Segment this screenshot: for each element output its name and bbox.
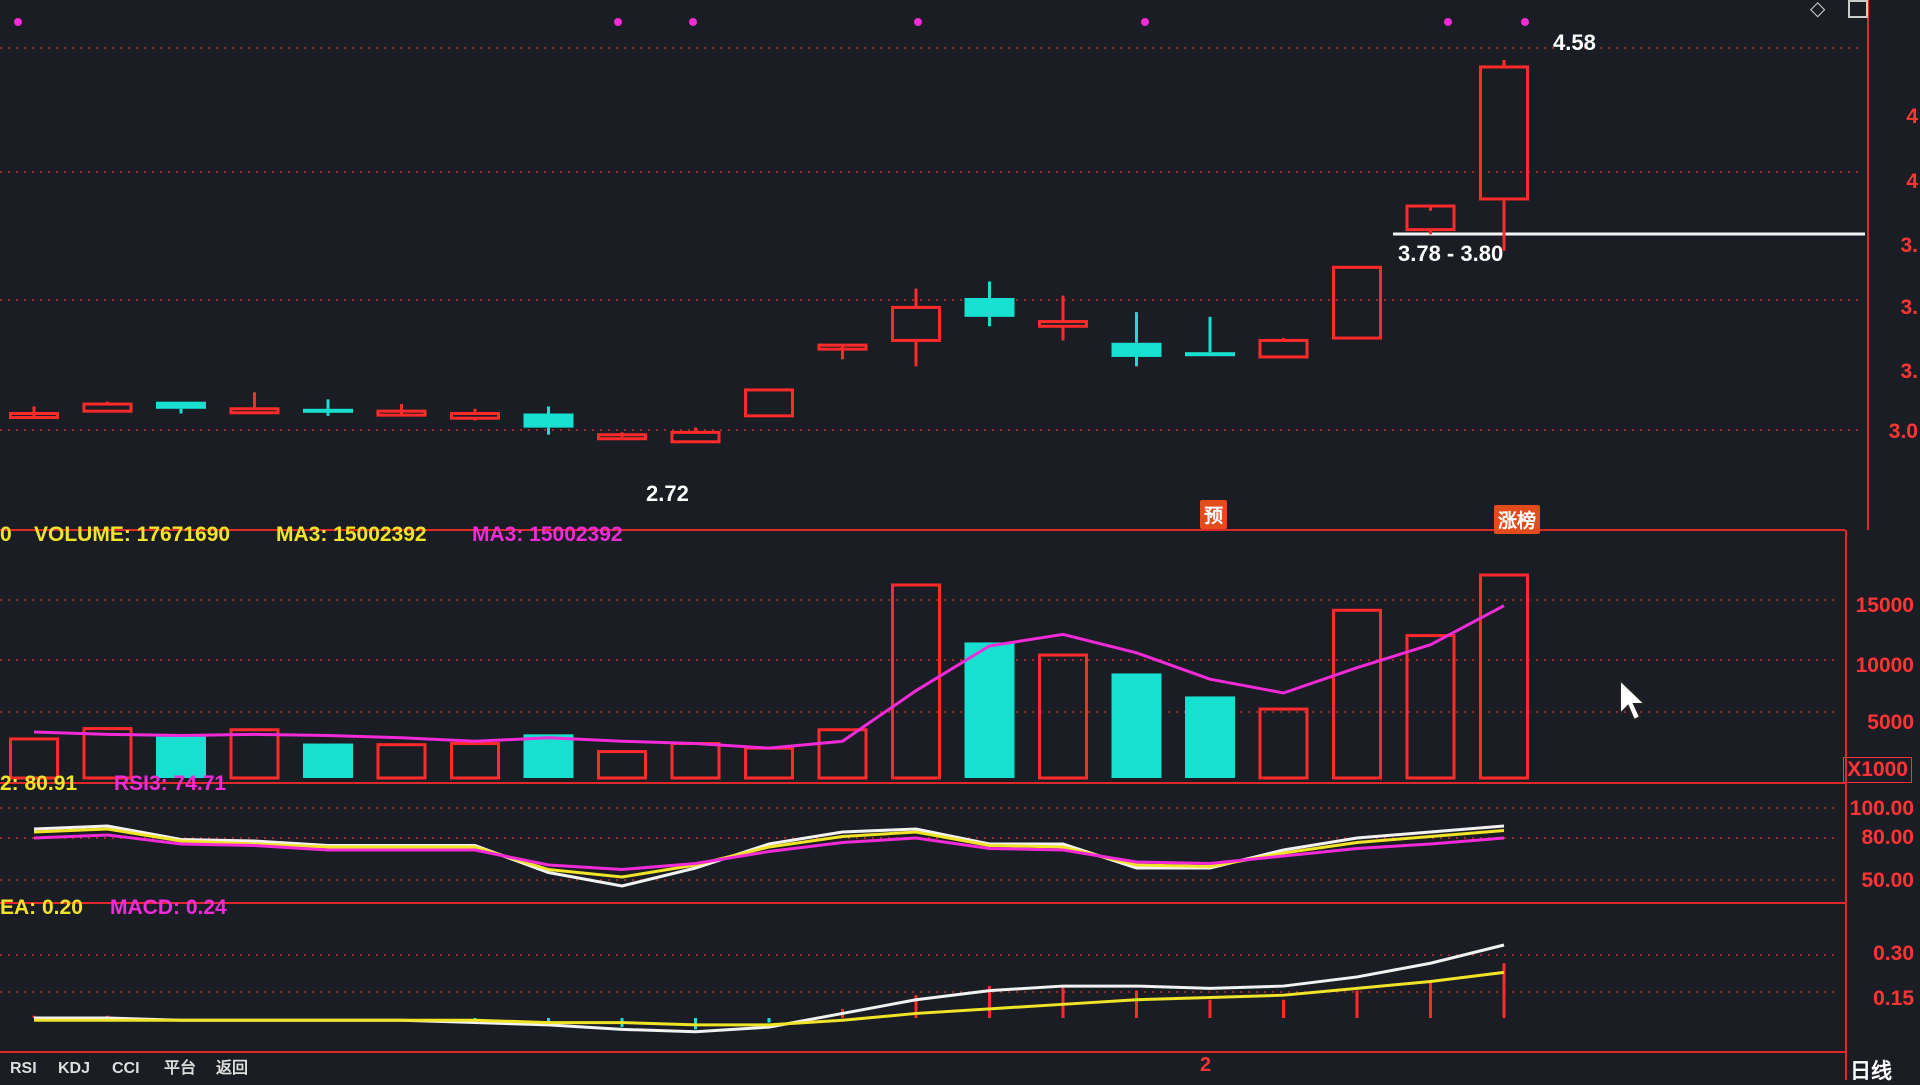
event-dot xyxy=(1141,18,1149,26)
volume-bar xyxy=(597,750,647,780)
rsi2-label: 2: 80.91 xyxy=(0,772,78,795)
volume-tick: 10000 xyxy=(1855,654,1914,677)
macd-tick: 0.15 xyxy=(1873,987,1914,1010)
macd-tick: 0.30 xyxy=(1873,942,1914,965)
volume-bar xyxy=(229,728,280,780)
tab-cci[interactable]: CCI xyxy=(112,1060,140,1078)
tab-rsi[interactable]: RSI xyxy=(10,1060,37,1078)
candle-body xyxy=(1479,65,1529,201)
candle-body xyxy=(891,305,941,342)
period-label[interactable]: 日线 xyxy=(1850,1055,1892,1085)
candle-body xyxy=(1185,352,1235,357)
candle-body xyxy=(156,401,206,409)
candle-body xyxy=(1038,320,1088,328)
pre-tag[interactable]: 预 xyxy=(1200,500,1228,529)
price-range-label: 3.78 - 3.80 xyxy=(1398,241,1504,266)
volume-bar xyxy=(1185,696,1235,778)
low-price-label: 2.72 xyxy=(646,481,689,506)
volume-ma3-line xyxy=(33,604,1505,750)
volume-bar xyxy=(523,734,574,778)
volume-bar xyxy=(1405,634,1456,780)
limit-list-tag[interactable]: 涨榜 xyxy=(1494,505,1541,534)
high-price-label: 4.58 xyxy=(1553,30,1596,55)
candle-body xyxy=(744,388,794,418)
volume-bar xyxy=(1258,707,1309,780)
volume-ma3-magenta-label: MA3: 15002392 xyxy=(472,523,623,546)
dea-label: EA: 0.20 xyxy=(0,896,83,919)
candle-body xyxy=(964,297,1015,317)
price-tick: 3. xyxy=(1900,234,1918,257)
bottom-marker: 2 xyxy=(1200,1054,1212,1076)
candle-body xyxy=(450,411,500,420)
volume-bar xyxy=(1111,673,1162,778)
event-dot xyxy=(1444,18,1452,26)
volume-bar xyxy=(1038,653,1088,780)
volume-bar xyxy=(1332,608,1382,780)
volume-bar xyxy=(670,742,721,780)
price-tick: 4 xyxy=(1906,170,1918,193)
candle-body xyxy=(1258,338,1309,359)
macd-label: MACD: 0.24 xyxy=(110,896,227,919)
event-dot xyxy=(14,18,22,26)
price-tick: 3. xyxy=(1900,296,1918,319)
event-dot xyxy=(914,18,922,26)
volume-value-label: VOLUME: 17671690 xyxy=(34,523,231,546)
rsi3-label: RSI3: 74.71 xyxy=(114,772,227,795)
volume-ma3-yellow-label: MA3: 15002392 xyxy=(276,523,427,546)
volume-bar xyxy=(964,642,1015,778)
candle-body xyxy=(670,430,721,444)
price-tick: 4 xyxy=(1906,105,1918,128)
volume-prefix: 0 xyxy=(0,523,12,546)
price-tick: 3.0 xyxy=(1888,420,1918,443)
volume-tick: 5000 xyxy=(1867,711,1914,734)
event-dot xyxy=(614,18,622,26)
volume-tick: 15000 xyxy=(1855,594,1914,617)
candle-body xyxy=(229,407,280,415)
candle-body xyxy=(1332,265,1382,340)
rsi-tick: 100.00 xyxy=(1849,797,1914,820)
rsi-tick: 50.00 xyxy=(1861,869,1914,892)
volume-bar xyxy=(450,742,500,780)
candle-body xyxy=(523,413,574,428)
tab-back[interactable]: 返回 xyxy=(216,1054,248,1078)
event-dot xyxy=(689,18,697,26)
rsi-tick: 80.00 xyxy=(1861,826,1914,849)
volume-bar xyxy=(376,743,427,780)
volume-bar xyxy=(1479,573,1529,780)
panel-toggle-icon[interactable] xyxy=(1848,0,1868,18)
candle-body xyxy=(1111,342,1162,357)
price-tick: 3. xyxy=(1900,360,1918,383)
volume-bar xyxy=(817,728,868,780)
tab-platform[interactable]: 平台 xyxy=(164,1054,196,1078)
candle-body xyxy=(303,408,353,413)
event-dot xyxy=(1521,18,1529,26)
volume-unit: X1000 xyxy=(1843,757,1912,783)
mouse-cursor-icon xyxy=(1619,678,1648,722)
volume-bar xyxy=(303,743,353,778)
tab-kdj[interactable]: KDJ xyxy=(58,1060,90,1078)
diamond-icon[interactable]: ◇ xyxy=(1810,0,1828,19)
candle-body xyxy=(82,402,133,413)
volume-bar xyxy=(744,746,794,780)
